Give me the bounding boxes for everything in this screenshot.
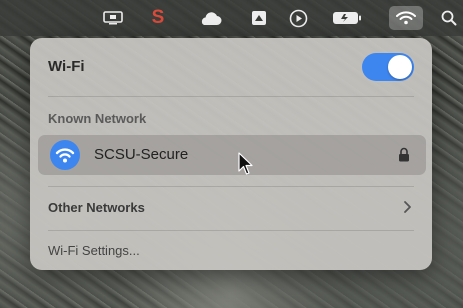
menu-bar: S [0,0,463,36]
play-circle-icon[interactable] [286,6,310,30]
wifi-menu-panel: Wi-Fi Known Network SCSU-Secure Other Ne… [30,38,432,270]
divider [48,186,414,187]
mouse-pointer-icon [238,152,254,181]
cloud-icon[interactable] [196,6,224,30]
box-icon[interactable] [248,6,270,30]
wifi-icon[interactable] [389,6,423,30]
scrobble-app-icon[interactable]: S [148,6,168,30]
display-icon[interactable] [100,6,126,30]
other-networks-label: Other Networks [48,200,145,215]
divider [48,96,414,97]
lock-icon [398,147,410,167]
divider [48,230,414,231]
network-row-scsu-secure[interactable]: SCSU-Secure [38,135,426,175]
wifi-title: Wi-Fi [48,58,85,75]
network-name: SCSU-Secure [94,146,189,163]
desktop-background: S Wi-Fi Known Network SCSU-Secure Other … [0,0,463,308]
toggle-knob [388,55,412,79]
app-glyph: S [151,7,165,28]
chevron-right-icon [402,200,412,219]
other-networks-row[interactable]: Other Networks [48,198,414,220]
search-icon[interactable] [438,6,460,30]
wifi-network-icon [50,140,80,170]
wifi-toggle[interactable] [362,53,414,81]
battery-icon[interactable] [330,6,364,30]
wifi-settings-link[interactable]: Wi-Fi Settings... [48,243,140,258]
known-network-heading: Known Network [48,111,147,126]
